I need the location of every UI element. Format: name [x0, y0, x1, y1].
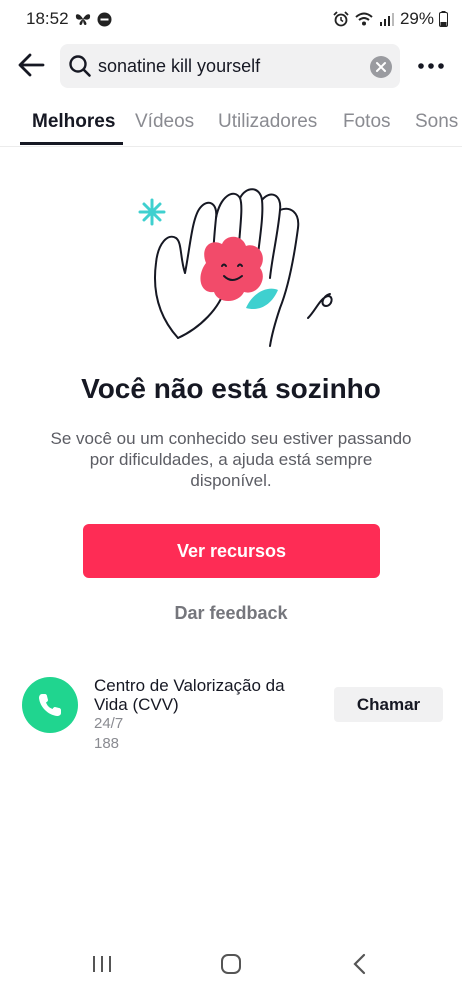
- battery-icon: [439, 11, 448, 27]
- signal-icon: [379, 13, 394, 26]
- resource-hours: 24/7: [94, 715, 124, 732]
- home-icon[interactable]: [219, 952, 243, 976]
- tab-videos[interactable]: Vídeos: [135, 111, 194, 133]
- active-tab-indicator: [20, 142, 123, 145]
- alarm-icon: [333, 11, 349, 27]
- search-icon: [69, 55, 91, 77]
- more-options-button[interactable]: [414, 56, 448, 76]
- battery-percent: 29%: [399, 9, 434, 28]
- search-header: sonatine kill yourself: [0, 42, 462, 90]
- status-bar-left: 18:52: [26, 9, 112, 29]
- status-bar-right: 29%: [333, 9, 448, 29]
- feedback-link[interactable]: Dar feedback: [0, 603, 462, 624]
- system-back-icon[interactable]: [350, 952, 370, 976]
- view-resources-button[interactable]: Ver recursos: [83, 524, 380, 578]
- clear-search-button[interactable]: [370, 56, 392, 78]
- tab-fotos[interactable]: Fotos: [343, 111, 391, 133]
- status-bar: 18:52 29%: [0, 0, 462, 38]
- tab-melhores[interactable]: Melhores: [32, 111, 115, 133]
- search-tabs: Melhores Vídeos Utilizadores Fotos Sons: [0, 100, 462, 147]
- tab-sons[interactable]: Sons: [415, 111, 458, 133]
- tab-utilizadores[interactable]: Utilizadores: [218, 111, 317, 133]
- wifi-icon: [355, 12, 373, 26]
- search-query[interactable]: sonatine kill yourself: [98, 56, 260, 77]
- back-button[interactable]: [16, 50, 50, 82]
- call-button[interactable]: Chamar: [334, 687, 443, 722]
- support-title: Você não está sozinho: [81, 373, 381, 404]
- arrow-left-icon: [18, 53, 45, 77]
- search-input[interactable]: sonatine kill yourself: [60, 44, 400, 88]
- hands-flower-illustration: [138, 188, 333, 347]
- do-not-disturb-icon: [97, 12, 112, 26]
- recent-apps-icon[interactable]: [91, 952, 113, 976]
- clear-icon: [376, 62, 386, 72]
- resource-avatar: [22, 677, 78, 733]
- resource-item: Centro de Valorização da Vida (CVV) 24/7…: [0, 672, 462, 762]
- phone-icon: [39, 694, 61, 716]
- more-icon: [418, 63, 444, 69]
- system-nav-bar: [0, 944, 462, 1000]
- status-time: 18:52: [26, 9, 69, 28]
- butterfly-icon: [75, 14, 90, 25]
- support-message: Se você ou um conhecido seu estiver pass…: [50, 429, 412, 490]
- resource-number: 188: [94, 735, 120, 752]
- support-illustration: [130, 178, 340, 353]
- resource-name: Centro de Valorização da Vida (CVV): [94, 676, 285, 714]
- sparkle-icon: [138, 198, 166, 226]
